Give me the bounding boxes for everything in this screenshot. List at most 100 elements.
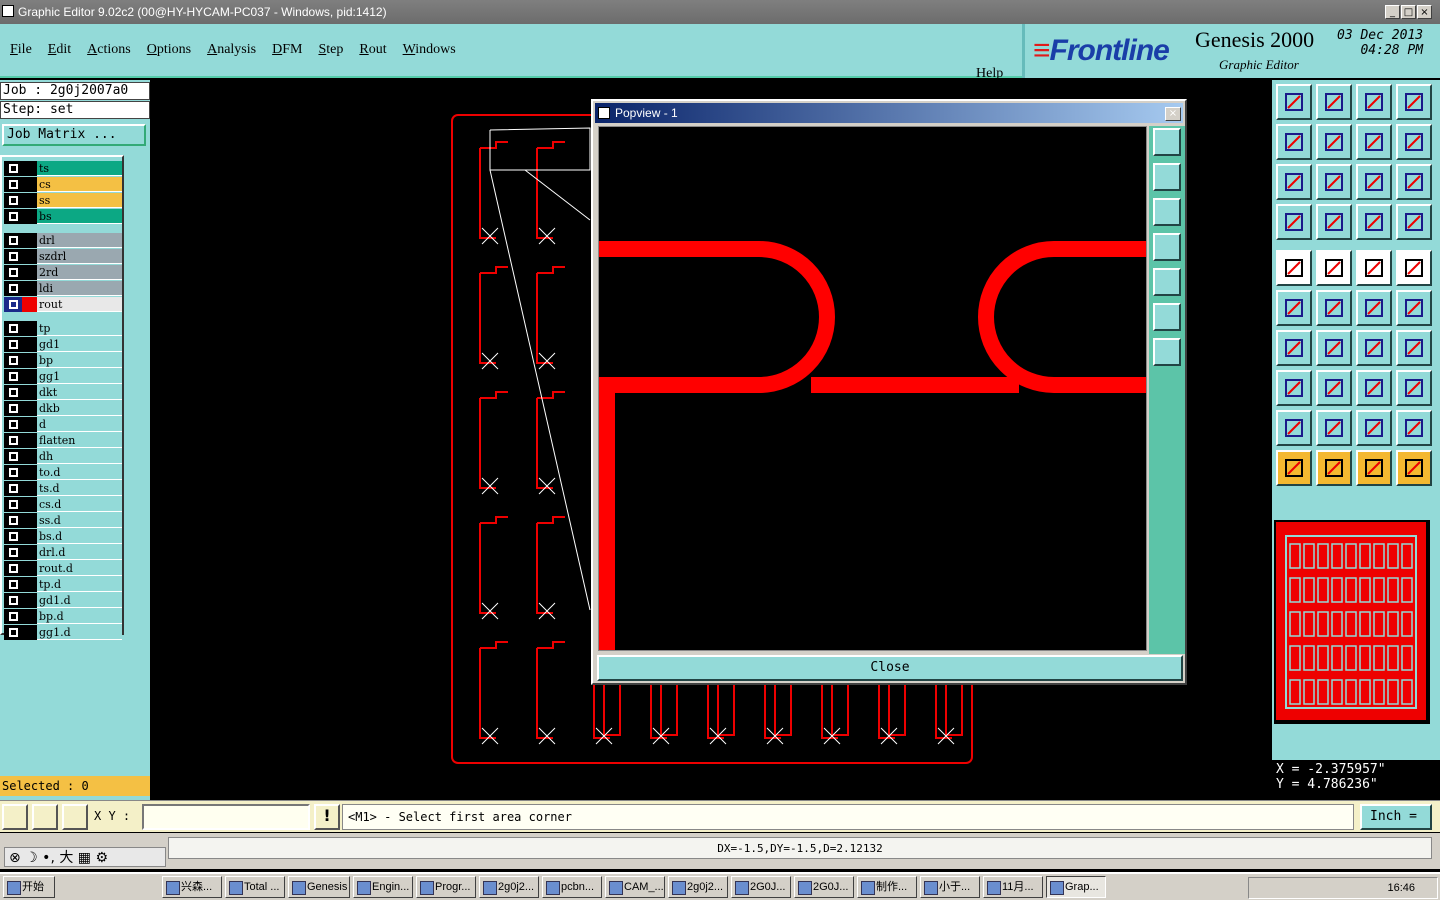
popview-close-button[interactable]: Close — [597, 655, 1183, 681]
layer-color-swatch[interactable] — [22, 593, 37, 608]
layer-checkbox[interactable] — [4, 497, 22, 512]
window-titlebar[interactable]: Graphic Editor 9.02c2 (00@HY-HYCAM-PC037… — [0, 0, 1440, 24]
layer-name[interactable]: bs.d — [37, 529, 122, 544]
layer-checkbox[interactable] — [4, 193, 22, 208]
layer-name[interactable]: gd1 — [37, 337, 122, 352]
center-icon[interactable] — [1356, 370, 1392, 406]
layer-icon[interactable] — [1356, 204, 1392, 240]
layer-row-2rd[interactable]: 2rd — [4, 265, 122, 280]
layer-checkbox[interactable] — [4, 545, 22, 560]
measure-icon[interactable] — [32, 804, 58, 830]
popview-dialog[interactable]: Popview - 1 × Close — [591, 99, 1187, 685]
layer-name[interactable]: bs — [37, 209, 122, 224]
layer-row-gd1-d[interactable]: gd1.d — [4, 593, 122, 608]
layer-name[interactable]: flatten — [37, 433, 122, 448]
help-icon[interactable] — [1396, 164, 1432, 200]
layer-checkbox[interactable] — [4, 233, 22, 248]
layer-row-gg1[interactable]: gg1 — [4, 369, 122, 384]
layer-row-gg1-d[interactable]: gg1.d — [4, 625, 122, 640]
units-selector[interactable]: Inch = — [1360, 804, 1432, 830]
layer-row-cs[interactable]: cs — [4, 177, 122, 192]
layer-row-bp-d[interactable]: bp.d — [4, 609, 122, 624]
layer-checkbox[interactable] — [4, 265, 22, 280]
layer-row-d[interactable]: d — [4, 417, 122, 432]
menu-analysis[interactable]: Analysis — [207, 42, 256, 58]
layer-row-dh[interactable]: dh — [4, 449, 122, 464]
layer-checkbox[interactable] — [4, 433, 22, 448]
layer-color-swatch[interactable] — [22, 297, 37, 312]
layer-checkbox[interactable] — [4, 529, 22, 544]
layer-color-swatch[interactable] — [22, 321, 37, 336]
layer-color-swatch[interactable] — [22, 209, 37, 224]
layer-row-gd1[interactable]: gd1 — [4, 337, 122, 352]
layer-name[interactable]: dh — [37, 449, 122, 464]
fill-icon[interactable] — [1316, 250, 1352, 286]
minus-icon[interactable] — [1316, 370, 1352, 406]
layer-color-swatch[interactable] — [22, 513, 37, 528]
layer-checkbox[interactable] — [4, 281, 22, 296]
layer-row-tp-d[interactable]: tp.d — [4, 577, 122, 592]
layer-row-ldi[interactable]: ldi — [4, 281, 122, 296]
key-icon[interactable] — [1316, 204, 1352, 240]
layer-checkbox[interactable] — [4, 417, 22, 432]
route-icon[interactable] — [1396, 450, 1432, 486]
layer-checkbox[interactable] — [4, 161, 22, 176]
layer-name[interactable]: drl — [37, 233, 122, 248]
layer-row-rout-d[interactable]: rout.d — [4, 561, 122, 576]
menu-options[interactable]: Options — [147, 42, 191, 58]
popview-canvas[interactable] — [598, 126, 1147, 657]
layer-color-swatch[interactable] — [22, 233, 37, 248]
job-matrix-button[interactable]: Job Matrix ... — [2, 124, 146, 146]
layer-color-swatch[interactable] — [22, 577, 37, 592]
layer-color-swatch[interactable] — [22, 161, 37, 176]
layer-checkbox[interactable] — [4, 593, 22, 608]
taskbar-item[interactable]: Grap... — [1046, 876, 1106, 898]
taskbar-item[interactable]: 制作... — [857, 876, 917, 898]
group-icon[interactable] — [1396, 370, 1432, 406]
layer-name[interactable]: szdrl — [37, 249, 122, 264]
layer-checkbox[interactable] — [4, 353, 22, 368]
layer-row-bs[interactable]: bs — [4, 209, 122, 224]
popview-zoom-out-icon[interactable] — [1153, 303, 1181, 331]
layer-color-swatch[interactable] — [22, 481, 37, 496]
layer-name[interactable]: d — [37, 417, 122, 432]
layer-row-cs-d[interactable]: cs.d — [4, 497, 122, 512]
connect-icon[interactable] — [1276, 290, 1312, 326]
layer-checkbox[interactable] — [4, 337, 22, 352]
layer-row-dkt[interactable]: dkt — [4, 385, 122, 400]
zoom-fit-icon[interactable] — [1276, 164, 1312, 200]
zoom-home-icon[interactable] — [1276, 84, 1312, 120]
xy-input[interactable] — [142, 804, 310, 830]
zoom-area-icon[interactable] — [1316, 164, 1352, 200]
triangle-icon[interactable] — [1276, 410, 1312, 446]
layer-name[interactable]: gg1.d — [37, 625, 122, 640]
zoom-in-icon[interactable] — [1316, 84, 1352, 120]
layer-color-swatch[interactable] — [22, 449, 37, 464]
maximize-button[interactable]: □ — [1401, 5, 1416, 19]
menu-edit[interactable]: Edit — [48, 42, 71, 58]
layer-name[interactable]: rout — [37, 297, 122, 312]
menu-step[interactable]: Step — [318, 42, 343, 58]
taskbar-item[interactable]: 2g0j2... — [668, 876, 728, 898]
ruler-icon[interactable] — [1356, 250, 1392, 286]
layer-color-swatch[interactable] — [22, 561, 37, 576]
taskbar-item[interactable]: 小于... — [920, 876, 980, 898]
layer-color-swatch[interactable] — [22, 337, 37, 352]
minimap[interactable] — [1274, 520, 1430, 724]
taskbar-item[interactable]: 11月... — [983, 876, 1043, 898]
taskbar-item[interactable]: Engin... — [353, 876, 413, 898]
home-icon[interactable] — [1356, 84, 1392, 120]
popview-left-icon[interactable] — [1153, 233, 1181, 261]
layer-color-swatch[interactable] — [22, 281, 37, 296]
popview-right-icon[interactable] — [1153, 268, 1181, 296]
arc-icon[interactable] — [1356, 290, 1392, 326]
menu-windows[interactable]: Windows — [403, 42, 456, 58]
popview-titlebar[interactable]: Popview - 1 × — [595, 103, 1183, 123]
taskbar-item[interactable]: 2g0j2... — [479, 876, 539, 898]
grid-icon[interactable] — [62, 804, 88, 830]
layer-row-szdrl[interactable]: szdrl — [4, 249, 122, 264]
line-icon[interactable] — [1276, 330, 1312, 366]
layer-name[interactable]: ts.d — [37, 481, 122, 496]
layer-row-ts[interactable]: ts — [4, 161, 122, 176]
layer-checkbox[interactable] — [4, 625, 22, 640]
